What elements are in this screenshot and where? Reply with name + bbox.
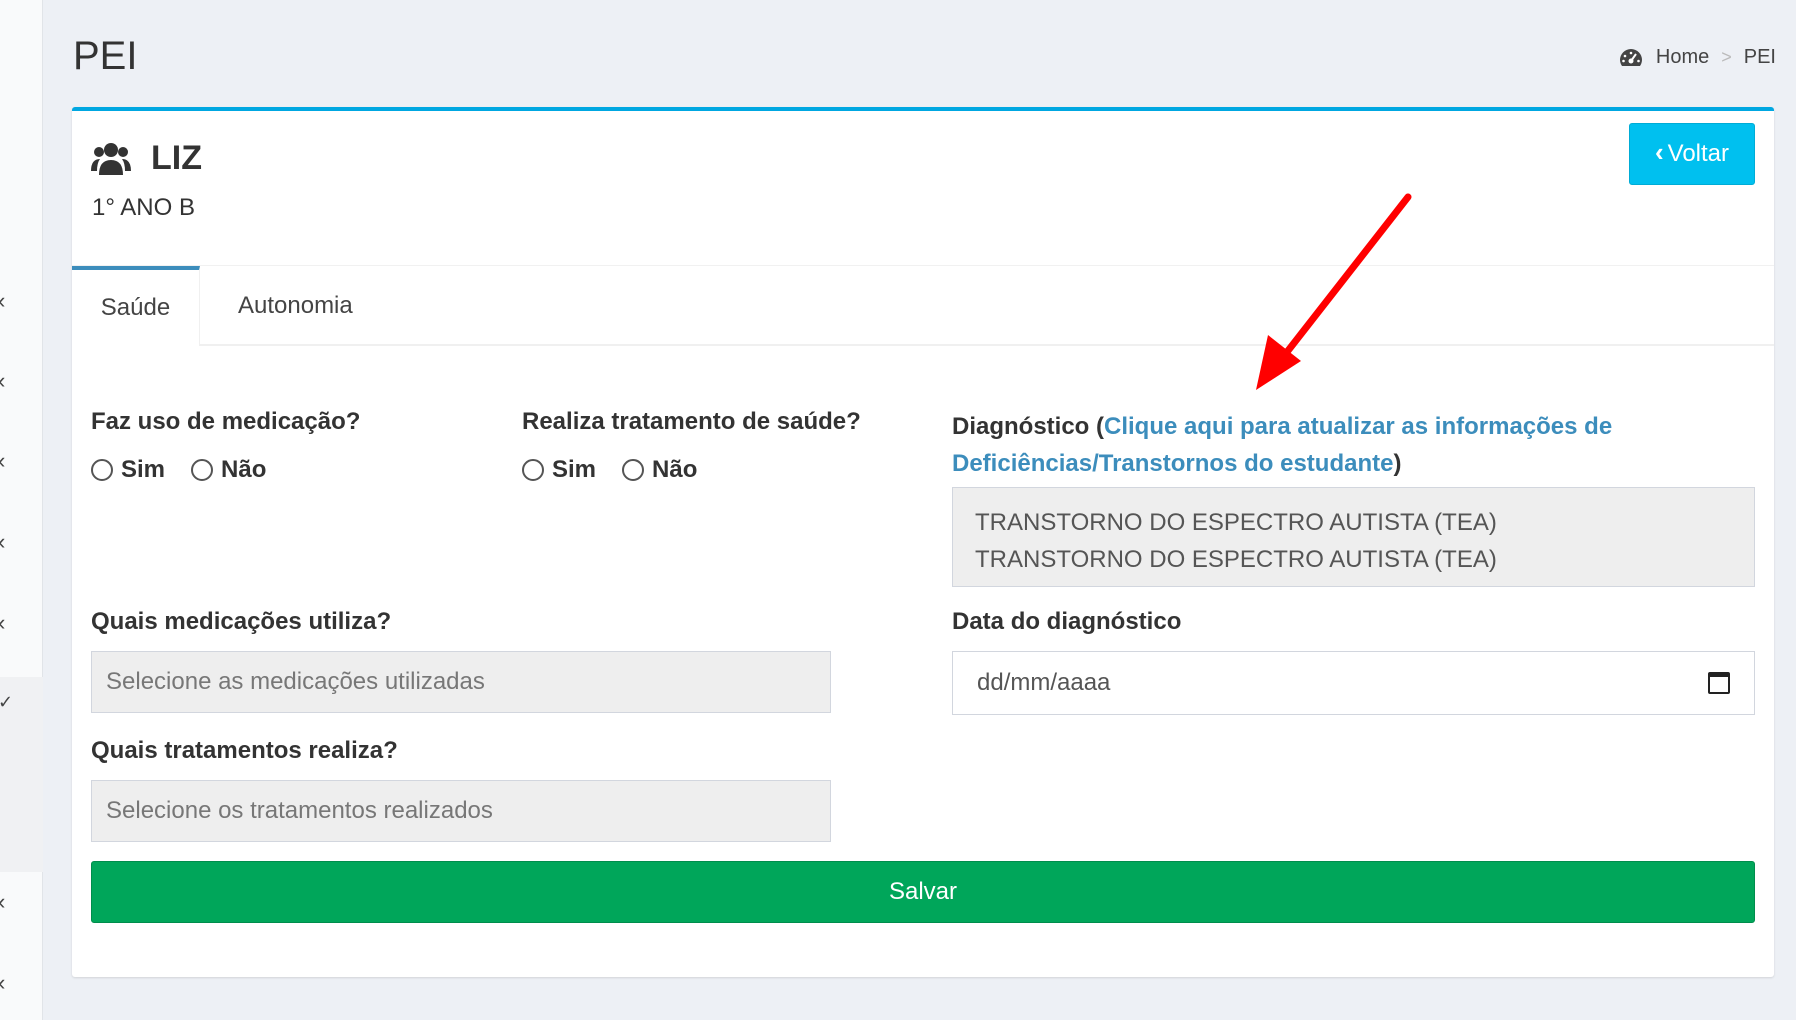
student-class: 1° ANO B: [92, 194, 195, 221]
back-button[interactable]: ‹ Voltar: [1629, 123, 1755, 185]
medication-no-label: Não: [221, 456, 267, 483]
sidebar-chevron-icon[interactable]: ›: [0, 448, 5, 473]
sidebar-chevron-icon[interactable]: ›: [0, 368, 5, 393]
back-button-label: Voltar: [1667, 140, 1730, 167]
medication-no-radio[interactable]: [191, 459, 214, 481]
diagnosis-date-input[interactable]: dd/mm/aaaa: [952, 651, 1755, 715]
sidebar-chevron-icon[interactable]: ›: [0, 889, 5, 914]
treatments-label: Quais tratamentos realiza?: [91, 737, 398, 764]
medication-yes-option[interactable]: Sim: [91, 456, 165, 484]
treatment-no-radio[interactable]: [622, 459, 645, 481]
diagnosis-label-text: Diagnóstico: [952, 413, 1090, 440]
medications-select[interactable]: Selecione as medicações utilizadas: [91, 651, 831, 713]
sidebar-chevron-icon[interactable]: ›: [0, 529, 5, 554]
treatment-yes-label: Sim: [552, 456, 597, 483]
student-name: LIZ: [151, 139, 202, 177]
chevron-left-icon: ‹: [1654, 137, 1664, 167]
medication-no-option[interactable]: Não: [191, 456, 266, 484]
sidebar-chevron-icon[interactable]: ›: [0, 610, 5, 635]
pei-card: LIZ 1° ANO B ‹ Voltar Saúde Autonomia Fa…: [72, 107, 1774, 977]
calendar-icon[interactable]: [1708, 672, 1730, 694]
medication-question-label: Faz uso de medicação?: [91, 408, 361, 435]
page-title: PEI: [73, 34, 138, 78]
medication-radio-group: Sim Não: [91, 456, 292, 484]
student-header: LIZ: [91, 139, 202, 178]
sidebar-chevron-icon[interactable]: ›: [0, 288, 5, 313]
sidebar-chevron-icon[interactable]: ›: [0, 970, 5, 995]
medication-yes-radio[interactable]: [91, 459, 113, 481]
users-icon: [91, 142, 131, 175]
dashboard-icon: [1619, 48, 1642, 66]
breadcrumb-current: PEI: [1743, 46, 1776, 68]
diagnosis-value: TRANSTORNO DO ESPECTRO AUTISTA (TEA): [975, 509, 1497, 536]
medications-placeholder: Selecione as medicações utilizadas: [106, 668, 485, 695]
treatments-placeholder: Selecione os tratamentos realizados: [106, 797, 493, 824]
diagnosis-paren-open: (: [1096, 413, 1105, 440]
diagnosis-label: Diagnóstico (Clique aqui para atualizar …: [952, 408, 1652, 482]
treatment-no-option[interactable]: Não: [622, 456, 697, 484]
tab-autonomia[interactable]: Autonomia: [200, 266, 383, 346]
medication-yes-label: Sim: [121, 456, 166, 483]
treatments-select[interactable]: Selecione os tratamentos realizados: [91, 780, 831, 842]
diagnosis-paren-close: ): [1393, 450, 1402, 477]
diagnosis-date-placeholder: dd/mm/aaaa: [977, 669, 1111, 696]
tab-bar: Saúde Autonomia: [72, 266, 1774, 346]
diagnosis-readonly-field: TRANSTORNO DO ESPECTRO AUTISTA (TEA) TRA…: [952, 487, 1755, 587]
medications-label: Quais medicações utiliza?: [91, 608, 392, 635]
breadcrumb-home-link[interactable]: Home: [1656, 46, 1709, 69]
breadcrumb: Home > PEI: [1618, 46, 1776, 69]
diagnosis-date-label: Data do diagnóstico: [952, 608, 1182, 635]
breadcrumb-separator: >: [1721, 47, 1732, 67]
treatment-yes-option[interactable]: Sim: [522, 456, 596, 484]
save-button[interactable]: Salvar: [91, 861, 1755, 923]
treatment-radio-group: Sim Não: [522, 456, 723, 484]
sidebar: › › › › › ✓ › ›: [0, 0, 43, 1020]
treatment-yes-radio[interactable]: [522, 459, 544, 481]
diagnosis-value: TRANSTORNO DO ESPECTRO AUTISTA (TEA): [975, 546, 1497, 573]
tab-saude[interactable]: Saúde: [72, 266, 200, 346]
sidebar-check-icon[interactable]: ✓: [0, 693, 13, 711]
treatment-question-label: Realiza tratamento de saúde?: [522, 408, 861, 435]
treatment-no-label: Não: [652, 456, 698, 483]
